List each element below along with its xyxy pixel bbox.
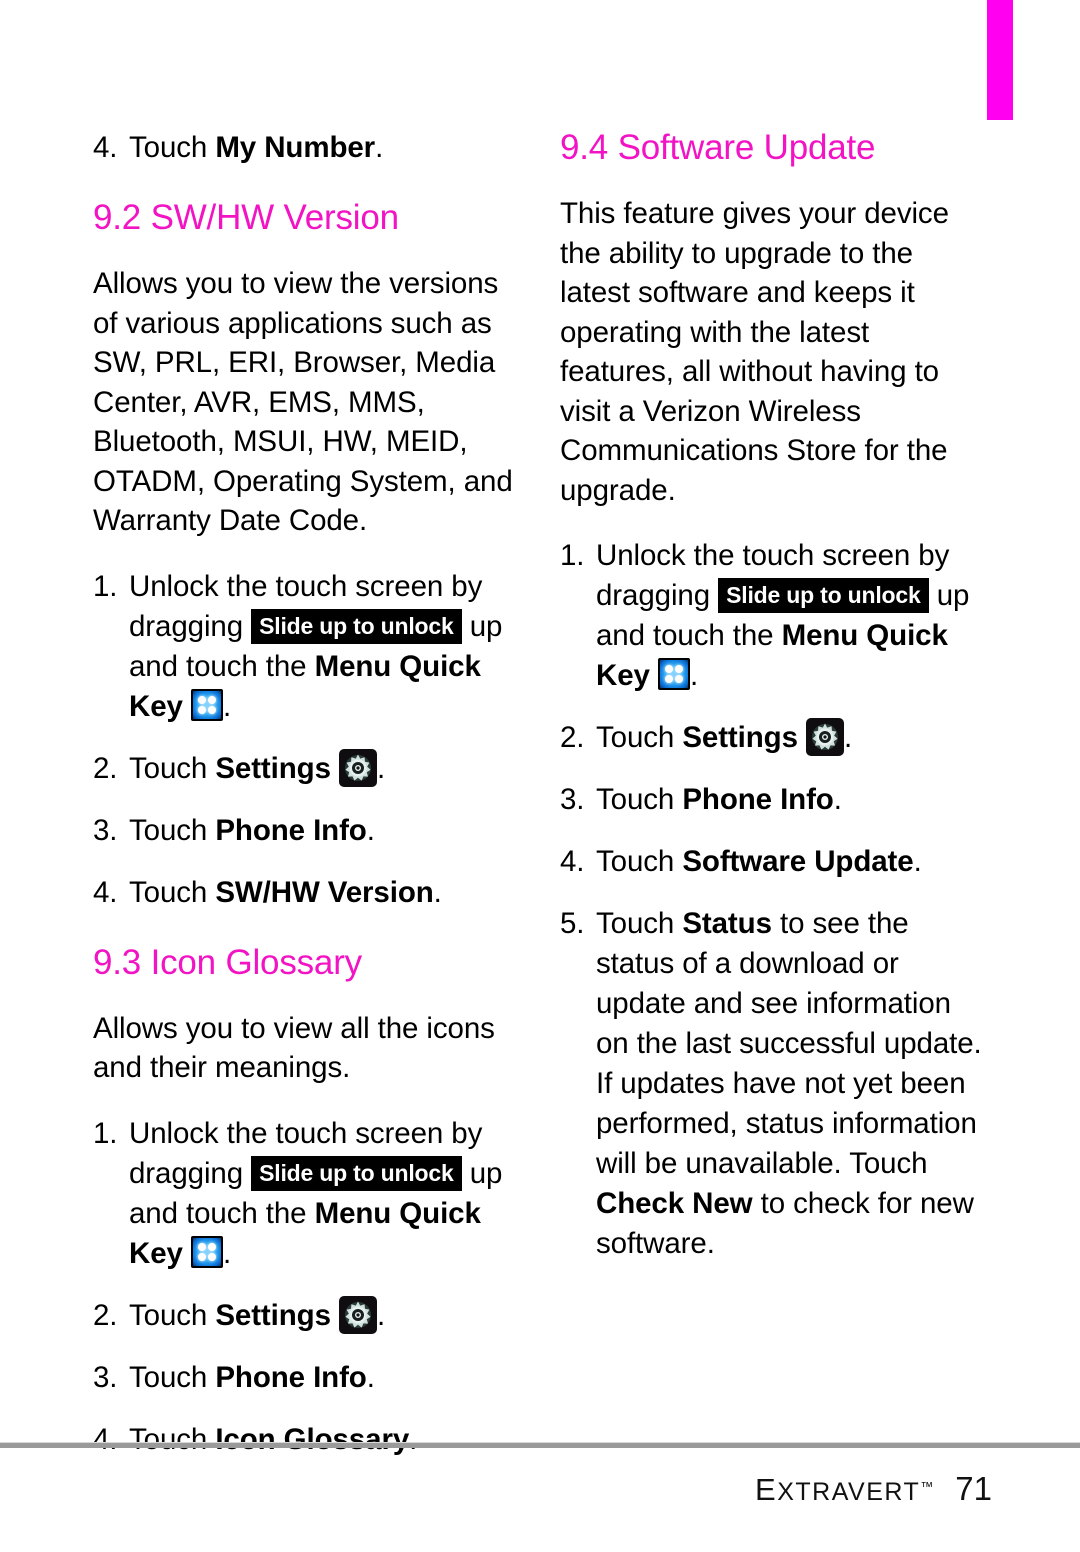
step-item: 4. Touch Software Update. <box>560 842 990 882</box>
step-number: 2. <box>560 721 585 754</box>
step-text-tail: . <box>222 1236 232 1270</box>
step-number: 1. <box>93 569 118 603</box>
page-number: 71 <box>955 1470 992 1507</box>
menu-quick-key-icon[interactable] <box>657 658 690 690</box>
page-content: 4. Touch My Number. 9.2 SW/HW Version All… <box>0 128 1080 1456</box>
left-column: 4. Touch My Number. 9.2 SW/HW Version All… <box>93 128 513 1482</box>
heading-sw-hw-version: 9.2 SW/HW Version <box>93 198 399 237</box>
step-item: 1. Unlock the touch screen by dragging Sl… <box>560 536 990 696</box>
step-text: Touch <box>129 1298 216 1332</box>
step-text-tail: . <box>913 845 922 878</box>
step-bold-term: Icon Glossary <box>215 1422 410 1456</box>
step-bold-term-2: Check New <box>596 1187 753 1220</box>
step-text-tail: . <box>409 1422 418 1456</box>
step-bold-term: Settings <box>215 1298 331 1332</box>
step-text-tail: . <box>689 659 699 692</box>
step-bold-term: SW/HW Version <box>215 875 434 909</box>
step-text-tail: . <box>366 813 375 847</box>
step-text: to see the status of a download or updat… <box>596 907 982 1180</box>
step-bold-term: Status <box>682 907 772 940</box>
step-text-tail: . <box>377 1298 386 1332</box>
step-bold-term: Settings <box>215 751 331 785</box>
step-item: 3. Touch Phone Info. <box>93 811 513 851</box>
intro-software-update: This feature gives your device the abili… <box>560 197 949 507</box>
step-number: 5. <box>560 907 585 940</box>
step-number: 4. <box>93 131 118 164</box>
step-bold-term: My Number <box>215 131 376 164</box>
step-number: 3. <box>93 813 118 847</box>
step-number: 1. <box>560 539 585 572</box>
right-column: 9.4 Software Update This feature gives y… <box>560 128 990 1286</box>
brand-name: EXTRAVERT <box>755 1472 921 1507</box>
step-number: 1. <box>93 1116 118 1150</box>
step-text-tail: . <box>375 131 384 164</box>
step-text-tail: . <box>377 751 386 785</box>
step-text: Touch <box>596 907 683 940</box>
step-text-tail: . <box>222 689 232 723</box>
step-text: Touch <box>129 1360 216 1394</box>
step-text-tail: . <box>366 1360 375 1394</box>
step-text: Touch <box>596 845 683 878</box>
slide-up-to-unlock-badge[interactable]: Slide up to unlock <box>251 608 462 644</box>
menu-quick-key-icon[interactable] <box>190 1235 223 1268</box>
chapter-tab-marker <box>987 0 1013 120</box>
step-text: Touch <box>129 875 216 909</box>
step-text-tail: . <box>433 875 442 909</box>
step-text: Touch <box>129 1422 216 1456</box>
page-footer: EXTRAVERT™ 71 <box>755 1470 992 1508</box>
step-text: Touch <box>596 721 683 754</box>
step-item: 4. Touch SW/HW Version. <box>93 873 513 913</box>
step-text-tail: . <box>844 721 853 754</box>
slide-up-to-unlock-badge[interactable]: Slide up to unlock <box>251 1155 462 1191</box>
step-number: 2. <box>93 751 118 785</box>
heading-software-update: 9.4 Software Update <box>560 128 876 167</box>
step-text: Touch <box>129 751 216 785</box>
step-number: 4. <box>93 1422 118 1456</box>
step-number: 4. <box>93 875 118 909</box>
heading-icon-glossary: 9.3 Icon Glossary <box>93 942 362 982</box>
settings-gear-icon[interactable] <box>339 1295 378 1334</box>
step-number: 2. <box>93 1298 118 1332</box>
step-bold-term: Phone Info <box>215 1360 367 1394</box>
step-item: 1. Unlock the touch screen by dragging Sl… <box>93 567 513 727</box>
step-text-tail: . <box>833 783 842 816</box>
step-item: 3. Touch Phone Info. <box>560 780 990 820</box>
step-bold-term: Software Update <box>682 845 914 878</box>
step-item: 1. Unlock the touch screen by dragging Sl… <box>93 1114 513 1274</box>
menu-quick-key-icon[interactable] <box>190 688 223 721</box>
step-item: 4. Touch Icon Glossary. <box>93 1420 513 1460</box>
step-bold-term: Phone Info <box>682 783 834 816</box>
settings-gear-icon[interactable] <box>339 748 378 787</box>
settings-gear-icon[interactable] <box>806 718 845 756</box>
slide-up-to-unlock-badge[interactable]: Slide up to unlock <box>718 578 929 613</box>
step-bold-term: Settings <box>682 721 798 754</box>
step-bold-term: Phone Info <box>215 813 367 847</box>
carryover-step-4: 4. Touch My Number. <box>93 128 513 168</box>
step-item: 2. Touch Settings . <box>560 718 990 758</box>
footer-divider <box>0 1442 1080 1448</box>
step-number: 3. <box>560 783 585 816</box>
step-item: 5. Touch Status to see the status of a do… <box>560 904 990 1264</box>
intro-sw-hw-version: Allows you to view the versions of vario… <box>93 267 513 537</box>
step-number: 4. <box>560 845 585 878</box>
step-item: 2. Touch Settings . <box>93 748 513 789</box>
step-text: Touch <box>596 783 683 816</box>
step-item: 3. Touch Phone Info. <box>93 1358 513 1398</box>
intro-icon-glossary: Allows you to view all the icons and the… <box>93 1011 495 1085</box>
step-text: Touch <box>129 131 216 164</box>
step-text: Touch <box>129 813 216 847</box>
step-item: 2. Touch Settings . <box>93 1295 513 1336</box>
step-number: 3. <box>93 1360 118 1394</box>
trademark-symbol: ™ <box>920 1479 934 1494</box>
brand-wordmark: EXTRAVERT™ <box>755 1472 933 1508</box>
